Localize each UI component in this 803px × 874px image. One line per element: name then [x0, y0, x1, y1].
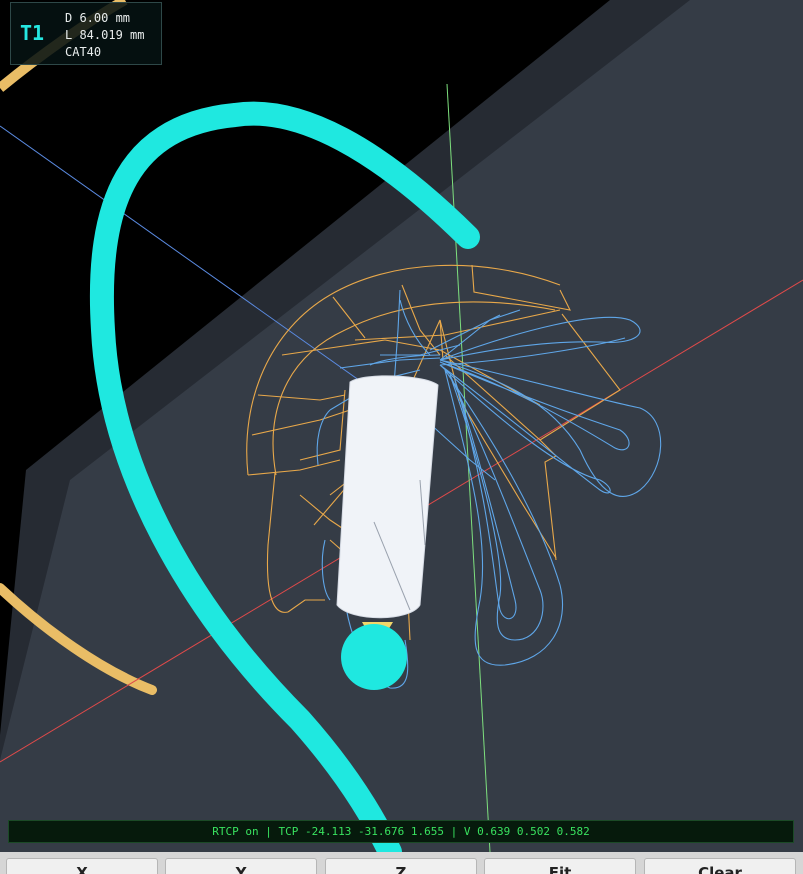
fit-button[interactable]: Fit — [484, 858, 636, 874]
tool-holder: CAT40 — [65, 45, 102, 59]
tool-id: T1 — [20, 21, 45, 45]
view-y-button[interactable]: Y — [165, 858, 317, 874]
tcp-marker — [341, 624, 407, 690]
tool-diameter: D 6.00 mm — [65, 11, 131, 25]
view-z-button[interactable]: Z — [325, 858, 477, 874]
tool-info-panel: T1 D 6.00 mm L 84.019 mm CAT40 — [10, 2, 162, 65]
scene-canvas[interactable] — [0, 0, 803, 852]
view-x-button[interactable]: X — [6, 858, 158, 874]
clear-button[interactable]: Clear — [644, 858, 796, 874]
status-readout: RTCP on | TCP -24.113 -31.676 1.655 | V … — [8, 820, 794, 843]
3d-viewport[interactable]: T1 D 6.00 mm L 84.019 mm CAT40 RTCP on |… — [0, 0, 803, 852]
view-toolbar: X Y Z Fit Clear — [0, 852, 803, 874]
tool-length: L 84.019 mm — [65, 28, 145, 42]
